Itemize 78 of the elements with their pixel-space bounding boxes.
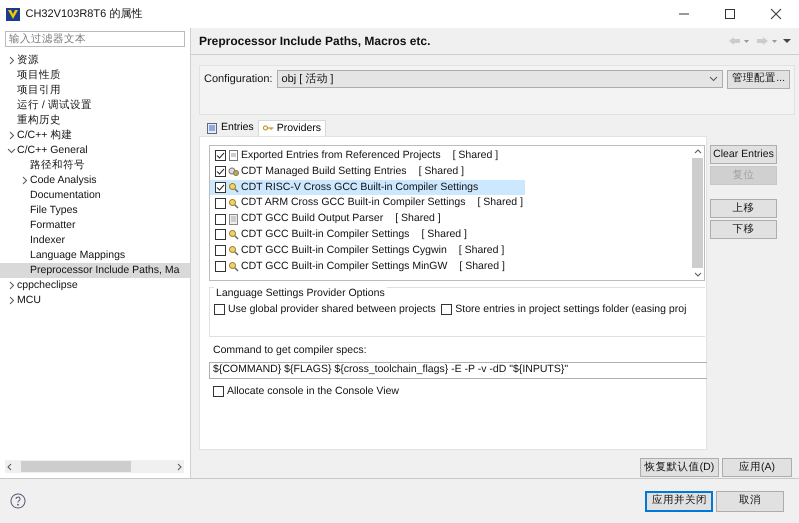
scroll-up-icon[interactable] <box>694 148 702 154</box>
tree-item[interactable]: 资源 <box>0 53 190 68</box>
tree-item[interactable]: 项目性质 <box>0 68 190 83</box>
provider-row[interactable]: CDT ARM Cross GCC Built-in Compiler Settings [ Shared ] <box>210 195 691 212</box>
chevron-down-icon <box>6 146 16 155</box>
chevron-right-icon <box>6 56 16 65</box>
list-action-button[interactable]: 下移 <box>710 220 777 239</box>
provider-row[interactable]: CDT RISC-V Cross GCC Built-in Compiler Settings <box>210 180 525 196</box>
checkbox[interactable] <box>215 245 226 256</box>
help-icon[interactable] <box>10 493 26 509</box>
chevron-right-icon <box>6 131 16 140</box>
checkbox[interactable] <box>215 198 226 209</box>
magnifier-icon <box>228 198 239 209</box>
magnifier-icon <box>228 182 239 193</box>
tree-item[interactable]: Language Mappings <box>0 248 190 263</box>
tree-item[interactable]: C/C++ 构建 <box>0 128 190 143</box>
dialog-button[interactable]: 取消 <box>716 490 784 512</box>
chevron-right-icon <box>20 176 28 185</box>
window-title: CH32V103R8T6 的属性 <box>26 6 142 22</box>
tree-item[interactable]: cppcheclipse <box>0 278 190 293</box>
list-action-button[interactable]: 上移 <box>710 199 777 218</box>
tree-item[interactable]: 重构历史 <box>0 113 190 128</box>
provider-row[interactable]: CDT GCC Built-in Compiler Settings [ Shared ] <box>210 226 691 243</box>
gears-icon <box>228 166 239 178</box>
checkbox-label: Use global provider shared between projects <box>228 302 436 317</box>
tree-item[interactable]: 运行 / 调试设置 <box>0 98 190 113</box>
view-menu-icon[interactable] <box>783 38 791 44</box>
checkbox[interactable] <box>215 260 226 272</box>
dialog-button[interactable]: 应用并关闭 <box>645 490 714 512</box>
tree-item[interactable]: MCU <box>0 293 190 308</box>
tree-item[interactable]: Code Analysis <box>0 173 190 188</box>
document-icon <box>228 150 239 162</box>
provider-row[interactable]: CDT Managed Build Setting Entries [ Shared ] <box>210 164 691 180</box>
magnifier-icon <box>228 260 239 272</box>
provider-row[interactable]: Exported Entries from Referenced Projects [ Shared ] <box>210 148 691 164</box>
checkbox-label: Allocate console in the Console View <box>227 384 399 399</box>
checkbox-label: Store entries in project settings folder (easing proj <box>455 302 686 317</box>
tree-item[interactable]: Formatter <box>0 218 190 233</box>
manage-configurations-button[interactable]: 管理配置... <box>727 70 790 88</box>
configuration-label: Configuration: <box>204 72 272 87</box>
chevron-down-icon <box>709 76 718 82</box>
list-icon <box>207 122 218 134</box>
checkbox[interactable] <box>213 386 224 398</box>
document-icon <box>228 214 239 225</box>
tab[interactable]: Entries <box>203 120 258 136</box>
magnifier-icon <box>228 245 239 256</box>
page-button[interactable]: 应用(A) <box>722 458 792 477</box>
tree-item[interactable]: 路径和符号 <box>0 158 190 173</box>
tree-item[interactable]: Indexer <box>0 233 190 248</box>
provider-row[interactable]: CDT GCC Build Output Parser [ Shared ] <box>210 211 691 227</box>
checkbox[interactable] <box>441 304 452 316</box>
checkbox[interactable] <box>215 182 226 193</box>
close-icon[interactable] <box>770 8 782 20</box>
provider-row[interactable]: CDT GCC Built-in Compiler Settings MinGW [ Shared ] <box>210 258 691 274</box>
checkbox[interactable] <box>214 304 225 316</box>
horizontal-scrollbar[interactable] <box>5 460 184 473</box>
checkbox[interactable] <box>215 229 226 240</box>
list-action-button[interactable]: Clear Entries <box>710 145 777 164</box>
checkbox[interactable] <box>215 150 226 162</box>
tree-item[interactable]: File Types <box>0 203 190 218</box>
command-label: Command to get compiler specs: <box>213 343 368 358</box>
maximize-icon[interactable] <box>724 8 736 20</box>
tab[interactable]: Providers <box>258 120 326 137</box>
page-button[interactable]: 恢复默认值(D) <box>640 458 720 477</box>
magnifier-icon <box>228 229 239 240</box>
tree-item[interactable]: C/C++ General <box>0 143 190 158</box>
tree-item[interactable]: Documentation <box>0 188 190 203</box>
provider-row[interactable]: CDT GCC Built-in Compiler Settings Cygwin [ Shared ] <box>210 242 691 259</box>
command-field[interactable]: ${COMMAND} ${FLAGS} ${cross_toolchain_flags} -E -P -v -dD "${INPUTS}" <box>209 362 707 379</box>
filter-field[interactable]: 输入过滤器文本 <box>5 31 185 47</box>
tree-item[interactable]: 项目引用 <box>0 83 190 98</box>
tree-item[interactable]: Preprocessor Include Paths, Ma <box>0 263 190 278</box>
checkbox[interactable] <box>215 166 226 178</box>
page-title: Preprocessor Include Paths, Macros etc. <box>199 34 430 48</box>
scroll-down-icon[interactable] <box>694 272 702 278</box>
checkbox[interactable] <box>215 214 226 225</box>
configuration-dropdown[interactable]: obj [ 活动 ] <box>276 70 724 88</box>
app-logo-icon <box>6 8 20 20</box>
